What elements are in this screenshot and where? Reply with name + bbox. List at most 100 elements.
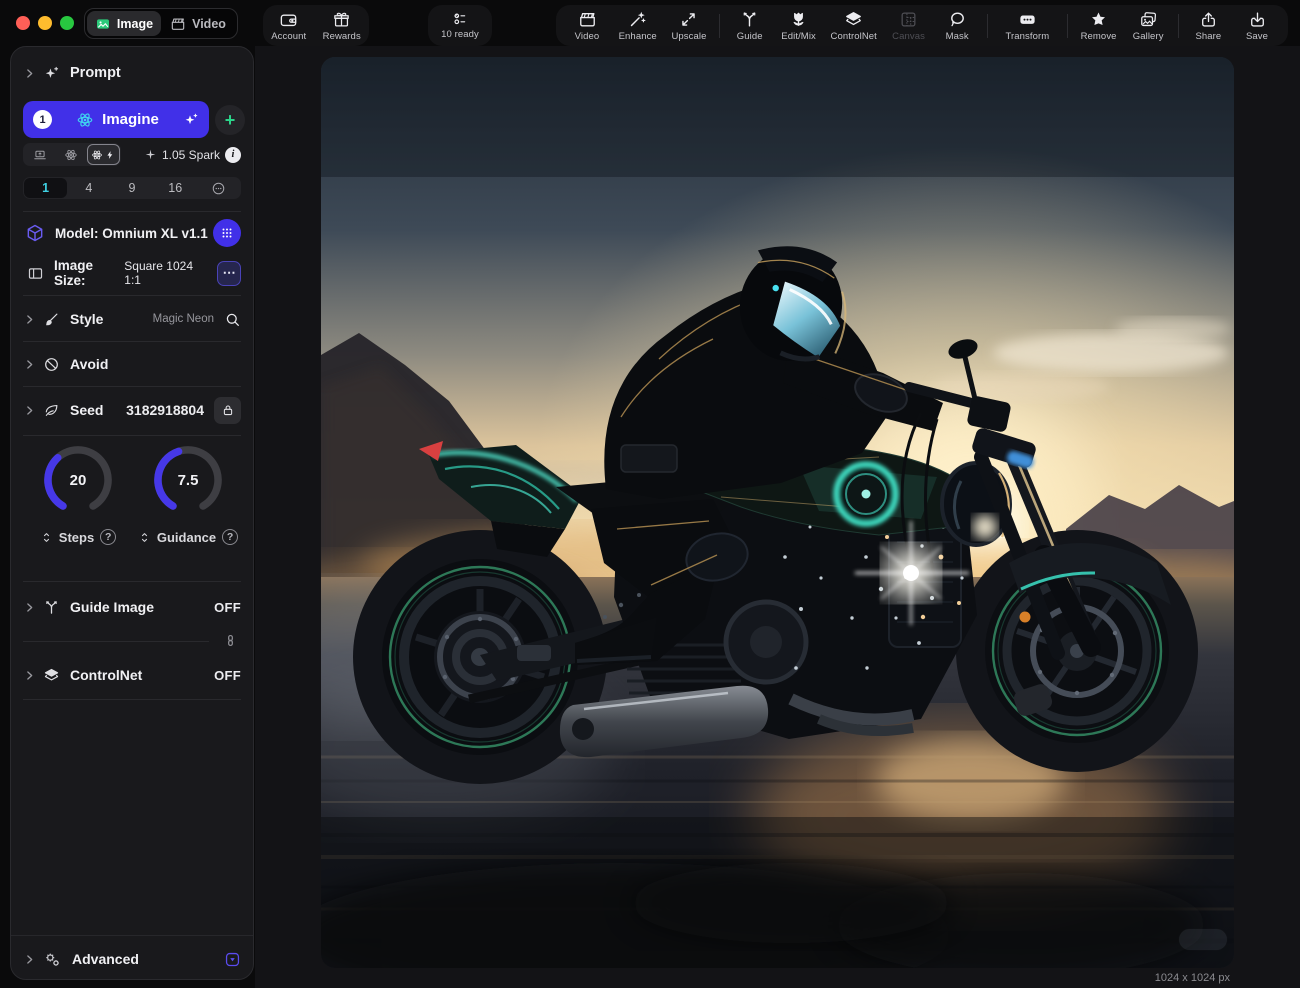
flower-icon <box>789 10 808 29</box>
app-window: Image Video Account Rewards 10 ready <box>0 0 1300 988</box>
style-section-header[interactable]: Style Magic Neon <box>23 299 241 339</box>
guidance-dial[interactable]: 7.5 Guidance ? <box>133 443 243 545</box>
imagine-button[interactable]: 1 Imagine <box>23 101 209 138</box>
batch-option-4[interactable]: 4 <box>67 178 110 198</box>
prompt-section-header[interactable]: Prompt <box>23 59 241 87</box>
batch-option-1[interactable]: 1 <box>24 178 67 198</box>
toolbar-item-enhance[interactable]: Enhance <box>615 10 661 42</box>
spark-cost-label: 1.05 Spark <box>162 148 220 162</box>
model-picker-button[interactable] <box>213 219 241 247</box>
rewards-button[interactable]: Rewards <box>319 10 365 42</box>
account-label: Account <box>271 31 306 42</box>
zoom-window-button[interactable] <box>60 16 74 30</box>
guidance-value: 7.5 <box>151 443 225 517</box>
canvas-grid-icon <box>899 10 918 29</box>
toolbar-item-video[interactable]: Video <box>566 10 608 42</box>
batch-more-button[interactable] <box>197 178 240 198</box>
tab-video[interactable]: Video <box>161 11 235 36</box>
magic-wand-icon <box>628 10 647 29</box>
batch-option-16[interactable]: 16 <box>154 178 197 198</box>
mode-boost-button[interactable] <box>87 144 120 165</box>
style-value: Magic Neon <box>153 313 214 325</box>
generated-image[interactable] <box>321 57 1234 968</box>
guide-y-icon <box>740 10 759 29</box>
spark-cost-group: 1.05 Spark i <box>144 147 241 163</box>
seed-lock-button[interactable] <box>214 397 241 424</box>
help-icon[interactable]: ? <box>222 529 238 545</box>
stepper-icon[interactable] <box>40 531 53 544</box>
search-icon[interactable] <box>224 311 241 328</box>
layers-icon <box>844 10 863 29</box>
queue-status-button[interactable]: 10 ready <box>428 5 492 46</box>
help-icon[interactable]: ? <box>100 529 116 545</box>
batch-option-9[interactable]: 9 <box>110 178 153 198</box>
toolbar-item-guide[interactable]: Guide <box>729 10 771 42</box>
toolbar-divider <box>719 14 720 38</box>
laptop-icon <box>33 148 47 162</box>
image-size-more-button[interactable]: ⋯ <box>217 261 241 286</box>
close-window-button[interactable] <box>16 16 30 30</box>
sidebar: Prompt 1 Imagine + <box>10 46 254 980</box>
seed-value: 3182918804 <box>126 402 204 418</box>
tab-image[interactable]: Image <box>87 11 161 36</box>
chevron-right-icon <box>23 953 36 966</box>
info-icon[interactable]: i <box>225 147 241 163</box>
atom-icon <box>91 149 103 161</box>
guide-image-section-header[interactable]: Guide Image OFF <box>23 587 241 627</box>
ellipsis-circle-icon <box>211 181 226 196</box>
steps-gauge[interactable]: 20 <box>41 443 115 517</box>
toolbar-item-editmix[interactable]: Edit/Mix <box>777 10 820 42</box>
guidance-label: Guidance <box>157 530 216 545</box>
avoid-section-header[interactable]: Avoid <box>23 344 241 384</box>
add-prompt-button[interactable]: + <box>215 105 245 135</box>
model-label: Model: Omnium XL v1.1 <box>55 226 208 241</box>
toolbar-divider <box>1178 14 1179 38</box>
cube-icon <box>25 223 45 243</box>
toolbar-label: Enhance <box>619 31 657 42</box>
model-row[interactable]: Model: Omnium XL v1.1 <box>23 213 241 253</box>
image-dimensions-label: 1024 x 1024 px <box>321 972 1234 984</box>
triangle-down-box-icon[interactable] <box>224 951 241 968</box>
account-button[interactable]: Account <box>267 10 310 42</box>
divider <box>23 295 241 296</box>
rewards-label: Rewards <box>323 31 361 42</box>
advanced-section-header[interactable]: Advanced <box>23 939 241 979</box>
image-size-row[interactable]: Image Size: Square 1024 1:1 ⋯ <box>23 253 241 293</box>
toolbar-item-save[interactable]: Save <box>1236 10 1278 42</box>
toolbar-item-mask[interactable]: Mask <box>936 10 978 42</box>
toolbar-item-share[interactable]: Share <box>1187 10 1229 42</box>
seed-section-header[interactable]: Seed 3182918804 <box>23 389 241 431</box>
canvas-area: 1024 x 1024 px <box>255 46 1300 988</box>
star-icon <box>1089 10 1108 29</box>
toolbar-item-upscale[interactable]: Upscale <box>667 10 710 42</box>
toolbar-item-remove[interactable]: Remove <box>1077 10 1121 42</box>
seed-icon <box>43 402 60 419</box>
mode-device-button[interactable] <box>24 144 55 165</box>
steps-value: 20 <box>41 443 115 517</box>
mode-tab-switch: Image Video <box>84 8 238 39</box>
chain-link-icon[interactable] <box>222 632 239 649</box>
save-icon <box>1248 10 1267 29</box>
toolbar-item-gallery[interactable]: Gallery <box>1127 10 1169 42</box>
compute-mode-segment <box>23 143 121 166</box>
guide-image-label: Guide Image <box>70 599 154 615</box>
gift-icon <box>332 10 351 29</box>
mode-cloud-button[interactable] <box>55 144 86 165</box>
toolbar-label: Edit/Mix <box>781 31 816 42</box>
toolbar-item-transform[interactable]: Transform <box>996 10 1058 42</box>
toolbar-item-controlnet[interactable]: ControlNet <box>827 10 881 42</box>
spark-icon <box>144 148 157 161</box>
guidance-gauge[interactable]: 7.5 <box>151 443 225 517</box>
share-icon <box>1199 10 1218 29</box>
guide-image-state: OFF <box>214 600 241 615</box>
stepper-icon[interactable] <box>138 531 151 544</box>
advanced-label: Advanced <box>72 951 139 967</box>
minimize-window-button[interactable] <box>38 16 52 30</box>
controlnet-section-header[interactable]: ControlNet OFF <box>23 655 241 695</box>
toolbar-label: Mask <box>946 31 969 42</box>
chevron-right-icon <box>23 404 36 417</box>
toolbar-label: Remove <box>1081 31 1117 42</box>
steps-dial[interactable]: 20 Steps ? <box>23 443 133 545</box>
compute-mode-row: 1.05 Spark i <box>23 143 241 166</box>
chevron-right-icon <box>23 313 36 326</box>
